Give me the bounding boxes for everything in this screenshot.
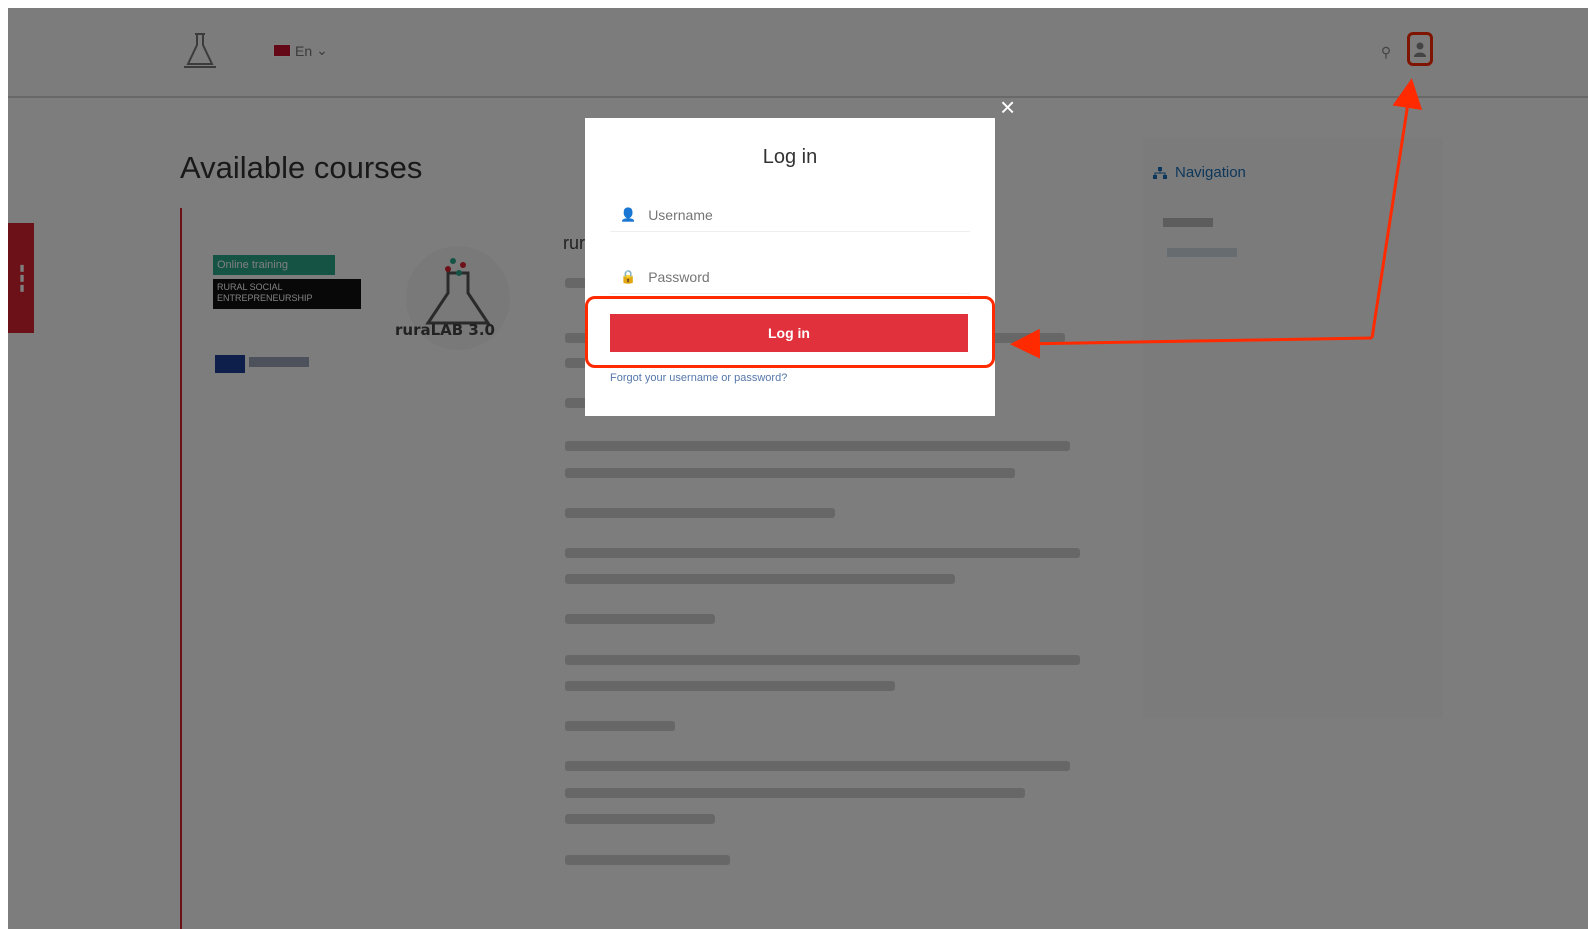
username-field[interactable]: 👤: [610, 198, 970, 232]
password-input[interactable]: [646, 267, 951, 286]
login-button[interactable]: Log in: [610, 314, 968, 352]
password-field[interactable]: 🔒: [610, 260, 970, 294]
username-input[interactable]: [646, 205, 951, 224]
lock-icon: 🔒: [620, 268, 637, 284]
user-icon: 👤: [620, 206, 637, 222]
modal-title: Log in: [762, 146, 818, 168]
close-icon[interactable]: ×: [1000, 92, 1015, 123]
login-modal: Log in 👤 🔒 Log in Forgot your username o…: [585, 118, 995, 416]
forgot-password-link[interactable]: Forgot your username or password?: [610, 372, 787, 384]
